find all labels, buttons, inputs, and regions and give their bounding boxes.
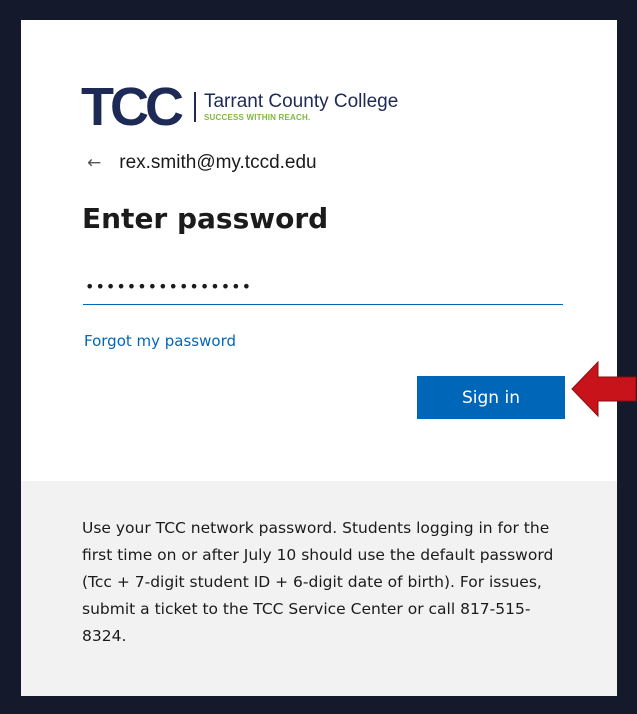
logo-text: Tarrant County College SUCCESS WITHIN RE… — [203, 90, 399, 123]
dark-frame: TCC Tarrant County College SUCCESS WITHI… — [0, 0, 637, 714]
logo-divider — [193, 92, 196, 122]
college-tagline: SUCCESS WITHIN REACH. — [203, 113, 311, 123]
logo-mark: TCC — [81, 77, 184, 137]
pointer-arrow-icon — [571, 360, 637, 418]
password-input[interactable] — [83, 268, 565, 304]
college-name: Tarrant County College — [203, 90, 399, 112]
identity-row: ← rex.smith@my.tccd.edu — [87, 152, 317, 174]
info-text: Use your TCC network password. Students … — [82, 519, 554, 645]
password-field — [83, 268, 565, 305]
account-email: rex.smith@my.tccd.edu — [119, 152, 317, 173]
forgot-password-link[interactable]: Forgot my password — [84, 332, 236, 350]
tcc-logo: TCC Tarrant County College SUCCESS WITHI… — [81, 77, 398, 137]
page-title: Enter password — [82, 202, 329, 235]
sign-in-card: TCC Tarrant County College SUCCESS WITHI… — [21, 20, 617, 696]
info-panel: Use your TCC network password. Students … — [21, 481, 617, 696]
sign-in-button[interactable]: Sign in — [417, 376, 565, 419]
arrow-left-icon[interactable]: ← — [87, 154, 101, 172]
